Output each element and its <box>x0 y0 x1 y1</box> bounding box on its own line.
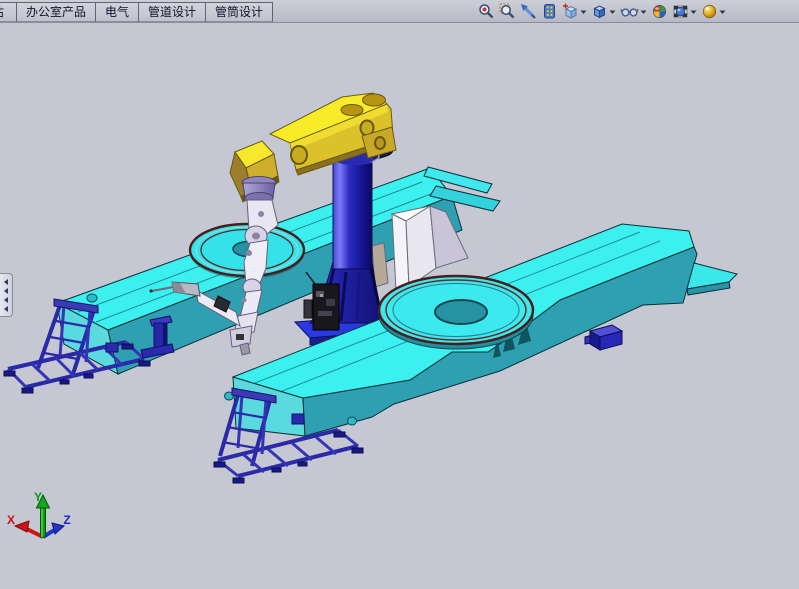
triad-y-label: Y <box>34 490 42 504</box>
command-tabs: 估 办公室产品 电气 管道设计 管筒设计 <box>0 0 273 22</box>
collapse-arrow-icon <box>4 306 8 312</box>
tab-office-products[interactable]: 办公室产品 <box>17 2 96 22</box>
display-style-icon[interactable] <box>590 1 617 21</box>
dropdown-caret-icon <box>719 3 726 20</box>
graphics-area[interactable]: X Z Y <box>0 0 799 589</box>
section-view-icon[interactable] <box>540 1 559 21</box>
hide-show-items-icon[interactable] <box>619 1 648 21</box>
feature-panel-splitter[interactable] <box>0 273 13 317</box>
apply-scene-icon[interactable] <box>671 1 698 21</box>
tab-electrical[interactable]: 电气 <box>96 2 139 22</box>
dropdown-caret-icon <box>580 3 587 20</box>
zoom-to-fit-icon[interactable] <box>477 1 496 21</box>
heads-up-view-toolbar <box>477 0 727 22</box>
zoom-to-area-icon[interactable] <box>498 1 517 21</box>
solidworks-window: { "window": { "app": "SolidWorks 3D CAD … <box>0 0 799 589</box>
edit-appearance-icon[interactable] <box>650 1 669 21</box>
tab-evaluate-partial[interactable]: 估 <box>0 2 17 22</box>
command-manager-toolbar: 估 办公室产品 电气 管道设计 管筒设计 <box>0 0 799 23</box>
collapse-arrow-icon <box>4 288 8 294</box>
dropdown-caret-icon <box>690 3 697 20</box>
right-slewing-ring[interactable] <box>379 276 533 349</box>
dropdown-caret-icon <box>640 3 647 20</box>
triad-z-label: Z <box>63 513 70 527</box>
tab-tubing-design[interactable]: 管筒设计 <box>206 2 273 22</box>
previous-view-icon[interactable] <box>519 1 538 21</box>
dropdown-caret-icon <box>609 3 616 20</box>
triad-x-label: X <box>7 513 15 527</box>
collapse-arrow-icon <box>4 279 8 285</box>
view-settings-icon[interactable] <box>700 1 727 21</box>
tab-piping-design[interactable]: 管道设计 <box>139 2 206 22</box>
collapse-arrow-icon <box>4 297 8 303</box>
view-orientation-icon[interactable] <box>561 1 588 21</box>
